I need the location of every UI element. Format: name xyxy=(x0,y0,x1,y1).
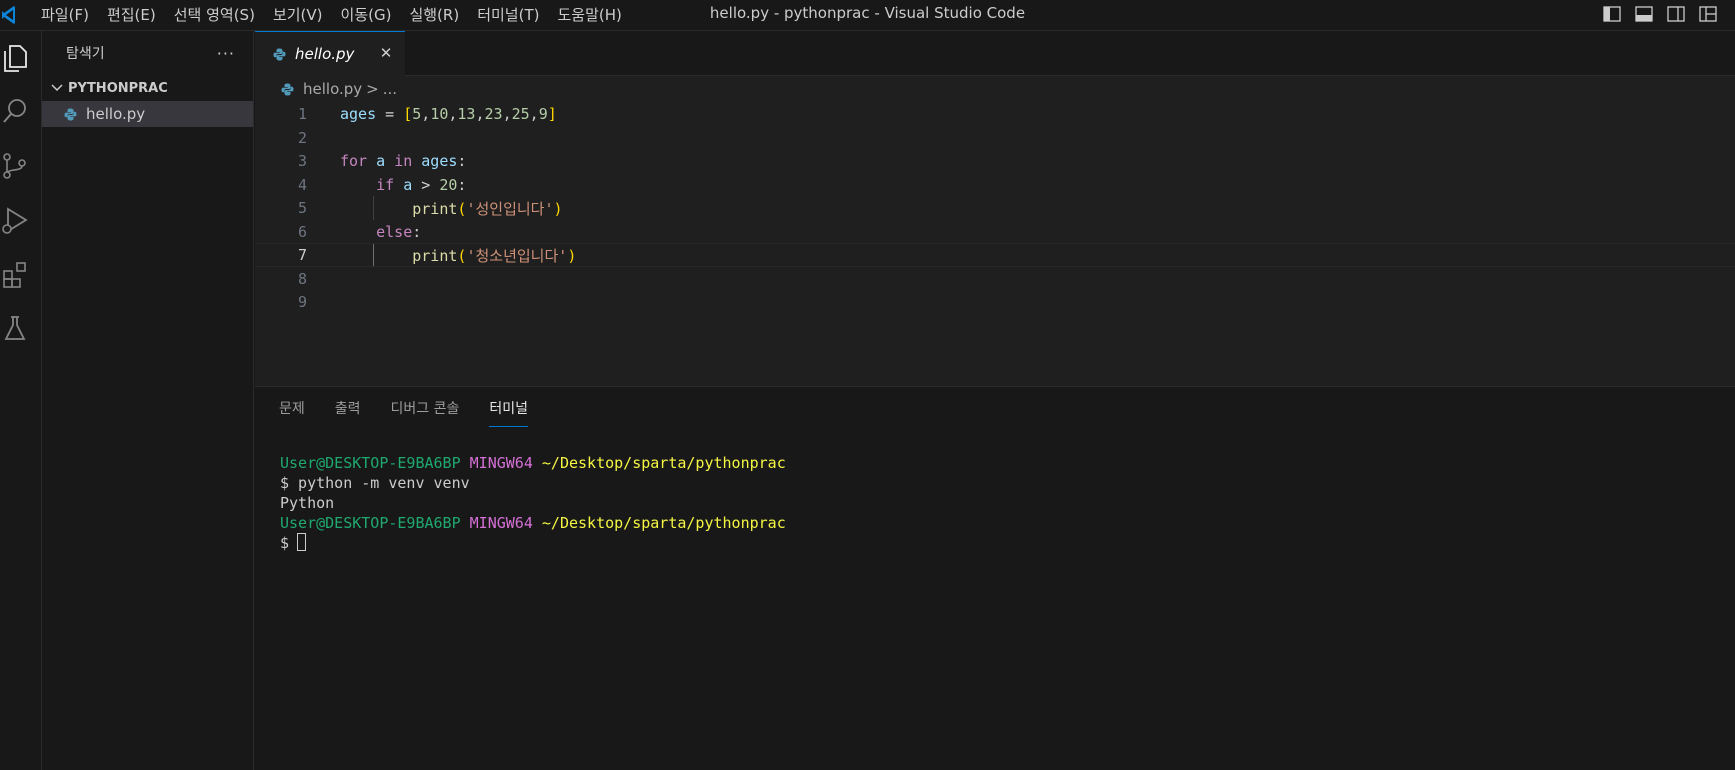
prompt-user: User@DESKTOP-E9BA6BP xyxy=(280,454,461,472)
terminal-output-line: Python xyxy=(280,494,335,512)
prompt-env: MINGW64 xyxy=(469,514,533,532)
code-line-1: 1 ages = [5,10,13,23,25,9] xyxy=(255,102,1735,126)
customize-layout-icon[interactable] xyxy=(1697,4,1719,24)
line-number: 2 xyxy=(297,129,307,147)
tab-output[interactable]: 출력 xyxy=(335,387,361,429)
sidebar-title: 탐색기 xyxy=(66,46,105,62)
activity-bar xyxy=(0,31,42,770)
source-control-icon[interactable] xyxy=(0,149,30,183)
more-actions-icon[interactable]: ··· xyxy=(217,44,235,63)
editor-tab-bar: hello.py ✕ xyxy=(255,31,1735,76)
explorer-icon[interactable] xyxy=(0,41,30,75)
close-icon[interactable]: ✕ xyxy=(377,44,395,62)
code-line-8: 8 xyxy=(255,267,1735,291)
terminal-input-line[interactable]: $ xyxy=(280,533,1735,553)
title-bar: 파일(F) 편집(E) 선택 영역(S) 보기(V) 이동(G) 실행(R) 터… xyxy=(0,0,1735,31)
sidebar-header: 탐색기 ··· xyxy=(42,31,253,75)
code-line-6: 6 else: xyxy=(255,220,1735,244)
terminal-cursor xyxy=(297,533,307,551)
layout-controls xyxy=(1601,4,1719,24)
prompt-path: ~/Desktop/sparta/pythonprac xyxy=(541,454,786,472)
line-number: 5 xyxy=(297,199,307,217)
run-debug-icon[interactable] xyxy=(0,203,30,237)
menu-go[interactable]: 이동(G) xyxy=(332,1,401,29)
terminal-command-line: $ python -m venv venv xyxy=(280,474,470,492)
code-line-3: 3 for a in ages: xyxy=(255,149,1735,173)
terminal-prompt-line: User@DESKTOP-E9BA6BP MINGW64 ~/Desktop/s… xyxy=(280,513,1735,533)
breadcrumb-file[interactable]: hello.py xyxy=(303,80,362,98)
line-number: 7 xyxy=(297,246,307,264)
python-file-icon xyxy=(279,81,295,97)
code-line-7: 7 print('청소년입니다') xyxy=(255,243,1735,267)
breadcrumb-symbols[interactable]: ... xyxy=(383,80,397,98)
testing-icon[interactable] xyxy=(0,311,30,345)
breadcrumb-separator: > xyxy=(366,80,379,98)
tab-problems[interactable]: 문제 xyxy=(279,387,305,429)
code-text: if a > 20: xyxy=(376,176,467,194)
bottom-panel: 문제 출력 디버그 콘솔 터미널 User@DESKTOP-E9BA6BP MI… xyxy=(255,386,1735,770)
line-number: 8 xyxy=(297,270,307,288)
folder-label: PYTHONPRAC xyxy=(68,80,168,96)
menu-edit[interactable]: 편집(E) xyxy=(98,1,165,29)
menu-view[interactable]: 보기(V) xyxy=(264,1,332,29)
code-text: else: xyxy=(376,223,422,241)
line-number: 1 xyxy=(297,105,307,123)
tab-debug-console[interactable]: 디버그 콘솔 xyxy=(391,387,460,429)
tab-terminal[interactable]: 터미널 xyxy=(489,387,528,429)
menu-run[interactable]: 실행(R) xyxy=(400,1,468,29)
extensions-icon[interactable] xyxy=(0,257,30,291)
prompt-env: MINGW64 xyxy=(469,454,533,472)
menu-file[interactable]: 파일(F) xyxy=(32,1,98,29)
toggle-panel-icon[interactable] xyxy=(1633,4,1655,24)
code-line-9: 9 xyxy=(255,290,1735,314)
line-number: 6 xyxy=(297,223,307,241)
file-item-hello-py[interactable]: hello.py xyxy=(42,101,253,127)
explorer-sidebar: 탐색기 ··· PYTHONPRAC hello.py xyxy=(42,31,254,770)
folder-pythonprac[interactable]: PYTHONPRAC xyxy=(42,75,253,101)
python-file-icon xyxy=(62,106,78,122)
terminal-prompt-line: User@DESKTOP-E9BA6BP MINGW64 ~/Desktop/s… xyxy=(280,453,1735,473)
code-text: print('청소년입니다') xyxy=(412,246,577,265)
file-label: hello.py xyxy=(86,105,146,123)
prompt-path: ~/Desktop/sparta/pythonprac xyxy=(541,514,786,532)
prompt-user: User@DESKTOP-E9BA6BP xyxy=(280,514,461,532)
code-line-2: 2 xyxy=(255,126,1735,150)
code-line-5: 5 print('성인입니다') xyxy=(255,196,1735,220)
menu-bar: 파일(F) 편집(E) 선택 영역(S) 보기(V) 이동(G) 실행(R) 터… xyxy=(32,0,631,30)
line-number: 9 xyxy=(297,293,307,311)
terminal[interactable]: User@DESKTOP-E9BA6BP MINGW64 ~/Desktop/s… xyxy=(255,429,1735,553)
search-icon[interactable] xyxy=(0,95,30,129)
tab-hello-py[interactable]: hello.py ✕ xyxy=(255,31,405,76)
code-text: for a in ages: xyxy=(340,152,467,170)
menu-selection[interactable]: 선택 영역(S) xyxy=(165,1,264,29)
chevron-down-icon xyxy=(48,79,66,97)
vscode-logo-icon xyxy=(0,1,32,29)
tab-label: hello.py xyxy=(295,45,355,63)
prompt-symbol: $ xyxy=(280,534,290,552)
code-line-4: 4 if a > 20: xyxy=(255,173,1735,197)
toggle-secondary-sidebar-icon[interactable] xyxy=(1665,4,1687,24)
menu-help[interactable]: 도움말(H) xyxy=(548,1,630,29)
breadcrumb: hello.py > ... xyxy=(255,76,1735,102)
python-file-icon xyxy=(271,46,287,62)
editor-area: hello.py ✕ hello.py > ... 1 ages = [5,10… xyxy=(255,31,1735,386)
menu-terminal[interactable]: 터미널(T) xyxy=(468,1,548,29)
line-number: 4 xyxy=(297,176,307,194)
code-text: ages = [5,10,13,23,25,9] xyxy=(340,105,557,123)
toggle-primary-sidebar-icon[interactable] xyxy=(1601,4,1623,24)
panel-tab-bar: 문제 출력 디버그 콘솔 터미널 xyxy=(255,387,1735,429)
line-number: 3 xyxy=(297,152,307,170)
code-text: print('성인입니다') xyxy=(412,199,563,218)
